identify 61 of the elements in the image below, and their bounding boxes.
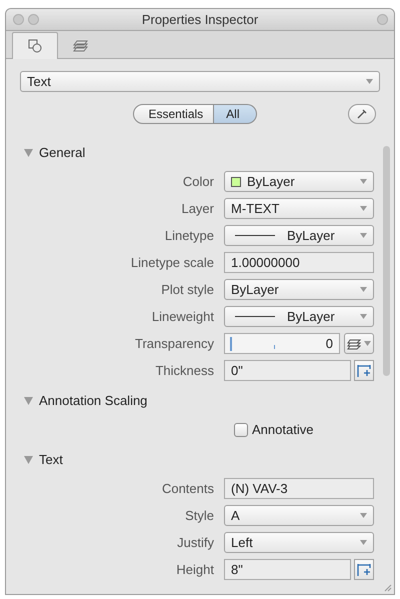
property-dropdown[interactable]: ByLayer: [224, 225, 374, 246]
property-label: Thickness: [154, 362, 214, 380]
panel-tab[interactable]: [12, 32, 58, 59]
pick-button[interactable]: [354, 360, 374, 381]
checkbox-label: Annotative: [252, 420, 314, 439]
eyedropper-button[interactable]: [348, 104, 376, 124]
caret-icon: [360, 540, 367, 545]
object-type-dropdown[interactable]: Text: [20, 71, 380, 92]
property-label: Linetype scale: [130, 254, 214, 272]
segment-tab[interactable]: Essentials: [133, 104, 214, 124]
caret-icon: [360, 314, 367, 319]
layer-options-button[interactable]: [344, 333, 374, 354]
property-field[interactable]: (N) VAV-3: [224, 478, 374, 499]
window-control-icon[interactable]: [28, 14, 39, 25]
scroll-bar[interactable]: [383, 146, 390, 376]
property-field[interactable]: 0": [224, 360, 351, 381]
caret-icon: [360, 287, 367, 292]
checkbox[interactable]: [234, 422, 248, 436]
property-label: Contents: [160, 480, 214, 498]
segment-tab[interactable]: All: [214, 104, 257, 124]
measure-icon: [357, 364, 371, 378]
property-dropdown[interactable]: Left: [224, 532, 374, 553]
property-label: Plot style: [160, 280, 214, 299]
resize-grip-icon[interactable]: [384, 584, 392, 592]
measure-icon: [357, 562, 371, 576]
property-label: Height: [175, 560, 214, 579]
disclosure-triangle-icon[interactable]: [24, 456, 33, 464]
section-title: Annotation Scaling: [39, 392, 148, 410]
line-sample: [235, 235, 275, 236]
section-title: Text: [39, 451, 63, 470]
property-dropdown[interactable]: A: [224, 505, 374, 526]
window-control-icon[interactable]: [13, 14, 24, 25]
property-label: Justify: [176, 534, 214, 552]
transparency-slider-field[interactable]: 0: [224, 333, 340, 354]
caret-icon: [366, 79, 373, 84]
layers-icon: [347, 336, 361, 350]
shapes-icon: [27, 38, 43, 54]
window-control-icon[interactable]: [377, 14, 388, 25]
caret-icon: [360, 513, 367, 518]
caret-icon: [360, 179, 367, 184]
property-dropdown[interactable]: M-TEXT: [224, 198, 374, 219]
property-label: Lineweight: [150, 308, 214, 326]
property-label: Color: [182, 172, 214, 191]
property-dropdown[interactable]: ByLayer: [224, 306, 374, 327]
property-field[interactable]: 1.00000000: [224, 252, 374, 273]
property-label: Transparency: [134, 334, 214, 353]
caret-icon: [360, 233, 367, 238]
caret-icon: [360, 206, 367, 211]
caret-icon: [364, 341, 371, 346]
property-label: Layer: [180, 200, 214, 218]
property-label: Linetype: [164, 226, 214, 245]
property-dropdown[interactable]: ByLayer: [224, 171, 374, 192]
property-label: Style: [184, 506, 214, 525]
section-title: General: [39, 144, 86, 162]
disclosure-triangle-icon[interactable]: [24, 397, 33, 405]
property-dropdown[interactable]: ByLayer: [224, 279, 374, 300]
window-title: Properties Inspector: [142, 10, 258, 29]
property-field[interactable]: 8": [224, 559, 351, 580]
line-sample: [235, 316, 275, 317]
disclosure-triangle-icon[interactable]: [24, 149, 33, 157]
pick-button[interactable]: [354, 559, 374, 580]
